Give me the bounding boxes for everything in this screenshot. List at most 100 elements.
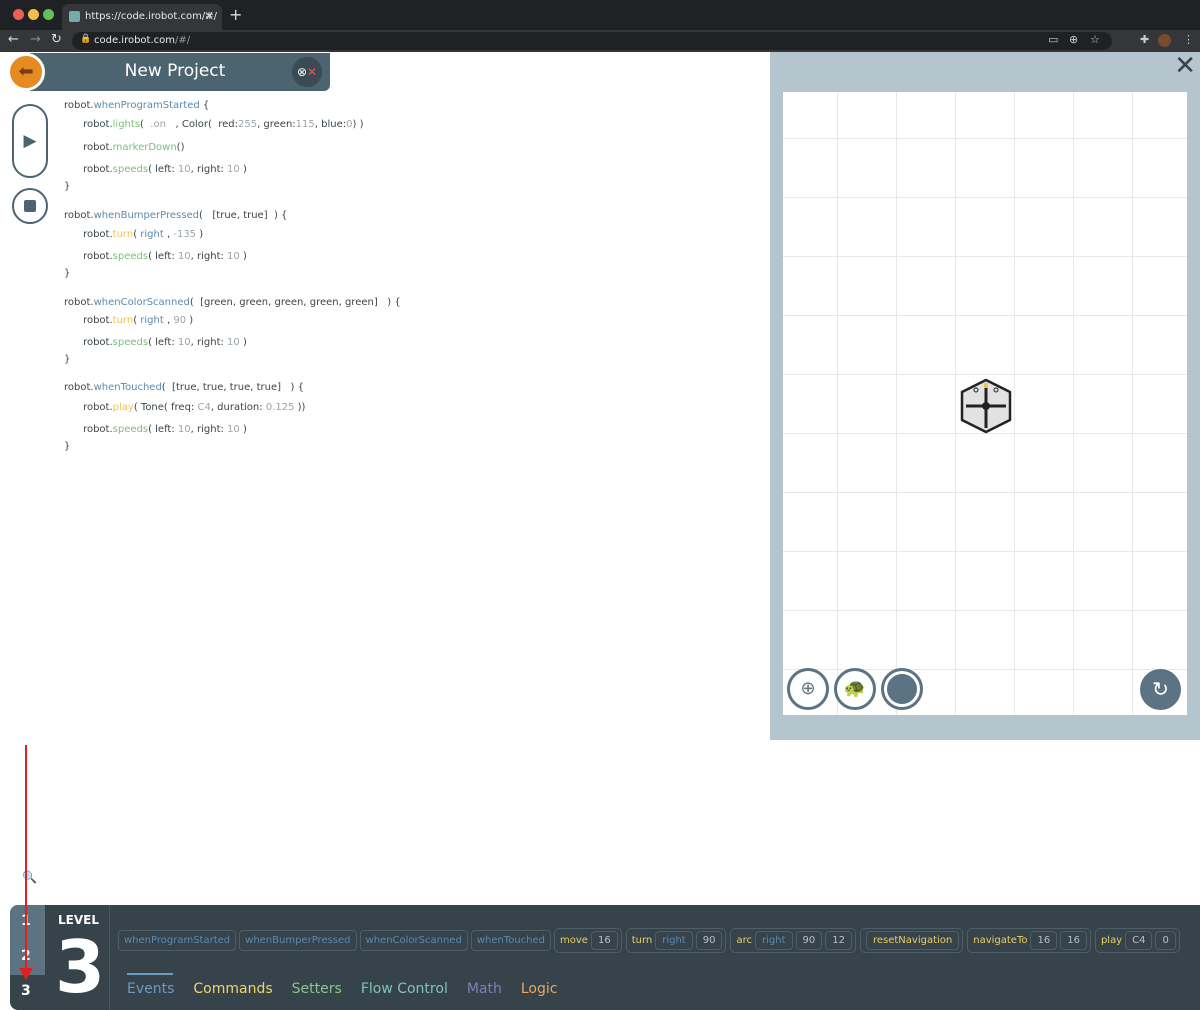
- code-token: ( [true, true] ) {: [198, 210, 288, 221]
- code-token: ( [true, true, true, true] ) {: [161, 382, 304, 393]
- reset-simulation-button[interactable]: ↻: [1140, 669, 1181, 710]
- code-token: robot.: [64, 142, 113, 153]
- cast-icon[interactable]: ▭: [1048, 33, 1058, 46]
- tab-math[interactable]: Math: [467, 981, 502, 997]
- code-token: 10: [227, 424, 240, 435]
- code-token: ( Tone( freq:: [133, 402, 198, 413]
- command-block-navigateTo[interactable]: navigateTo 16 16: [967, 928, 1091, 953]
- code-token: play: [112, 402, 134, 413]
- code-token: , right:: [190, 251, 228, 262]
- reload-icon[interactable]: ↻: [51, 32, 62, 47]
- command-arg[interactable]: 90: [695, 931, 723, 950]
- address-bar[interactable]: 🔒 code.irobot.com/#/: [72, 32, 1112, 50]
- close-window-button[interactable]: [13, 9, 24, 20]
- code-token: markerDown: [112, 142, 177, 153]
- command-arg[interactable]: C4: [1125, 931, 1153, 950]
- code-token: right: [140, 229, 164, 240]
- code-token: right: [140, 315, 164, 326]
- url-path: /#/: [175, 35, 191, 46]
- tab-logic[interactable]: Logic: [521, 981, 558, 997]
- back-button[interactable]: ⬅: [7, 53, 45, 91]
- install-icon[interactable]: ⊕: [1069, 33, 1078, 46]
- maximize-window-button[interactable]: [43, 9, 54, 20]
- block-palette: 1 2 3 LEVEL 3 whenProgramStartedwhenBump…: [10, 905, 1200, 1010]
- browser-tab[interactable]: https://code.irobot.com/#/ ✕: [62, 4, 222, 30]
- clear-robot-button[interactable]: ⊗✕: [292, 57, 322, 87]
- code-token: ): [196, 229, 204, 240]
- stop-button[interactable]: [12, 188, 48, 224]
- code-token: C4: [197, 402, 211, 413]
- close-simulator-button[interactable]: ✕: [1174, 51, 1196, 81]
- code-token: robot.: [64, 119, 113, 130]
- code-token: ( [green, green, green, green, green] ) …: [189, 297, 401, 308]
- code-token: robot.: [64, 100, 94, 111]
- event-block-whenProgramStarted[interactable]: whenProgramStarted: [118, 930, 237, 951]
- code-token: ): [186, 315, 194, 326]
- command-arg[interactable]: 90: [795, 931, 823, 950]
- code-token: )): [294, 402, 306, 413]
- code-token: whenColorScanned: [93, 297, 190, 308]
- command-block-play[interactable]: play C4 0: [1094, 928, 1180, 953]
- code-token: robot.: [64, 402, 113, 413]
- command-name: resetNavigation: [865, 931, 960, 950]
- circle-icon: [887, 674, 917, 704]
- code-token: speeds: [112, 251, 149, 262]
- browser-toolbar: ← → ↻ 🔒 code.irobot.com/#/ ▭ ⊕ ☆ ✚ ⋮: [0, 30, 1200, 52]
- play-button[interactable]: ▶: [12, 104, 48, 178]
- code-token: whenBumperPressed: [93, 210, 199, 221]
- tab-events[interactable]: Events: [127, 981, 174, 997]
- category-tabs: Events Commands Setters Flow Control Math Log…: [127, 981, 576, 997]
- marker-button[interactable]: [881, 668, 923, 710]
- code-token: robot.: [64, 164, 113, 175]
- code-token: turn: [112, 229, 134, 240]
- command-arg[interactable]: 12: [825, 931, 852, 950]
- tab-setters[interactable]: Setters: [292, 981, 342, 997]
- zoom-in-button[interactable]: ⊕: [787, 668, 829, 710]
- simulator-panel: ✕ ⊕ 🐢 ↻: [770, 51, 1200, 740]
- code-token: }: [64, 268, 71, 279]
- command-arg[interactable]: 0: [1155, 931, 1176, 950]
- code-token: ): [239, 251, 247, 262]
- command-name: turn: [631, 935, 653, 946]
- command-block-arc[interactable]: arc right 90 12: [730, 928, 856, 953]
- code-token: ): [239, 424, 247, 435]
- command-arg[interactable]: right: [755, 931, 793, 950]
- command-arg[interactable]: right: [655, 931, 693, 950]
- event-block-whenBumperPressed[interactable]: whenBumperPressed: [239, 930, 357, 951]
- new-tab-button[interactable]: +: [229, 5, 242, 24]
- code-token: ( left:: [148, 164, 178, 175]
- command-block-turn[interactable]: turn right 90: [625, 928, 727, 953]
- speed-toggle-button[interactable]: 🐢: [834, 668, 876, 710]
- menu-icon[interactable]: ⋮: [1183, 33, 1194, 46]
- favicon-icon: [69, 11, 80, 22]
- arrow-left-icon: ⬅: [18, 61, 34, 82]
- bookmark-star-icon[interactable]: ☆: [1090, 33, 1100, 46]
- code-token: speeds: [112, 424, 149, 435]
- command-arg[interactable]: 16: [1030, 931, 1058, 950]
- annotation-arrow: [25, 745, 27, 975]
- tab-flow-control[interactable]: Flow Control: [361, 981, 448, 997]
- minimize-window-button[interactable]: [28, 9, 39, 20]
- command-block-resetNavigation[interactable]: resetNavigation: [859, 928, 964, 953]
- code-token: 90: [173, 315, 187, 326]
- code-token: 10: [177, 164, 191, 175]
- code-token: , right:: [190, 164, 228, 175]
- play-icon: ▶: [23, 131, 37, 151]
- code-token: speeds: [112, 164, 149, 175]
- event-block-whenColorScanned[interactable]: whenColorScanned: [359, 930, 468, 951]
- event-block-whenTouched[interactable]: whenTouched: [470, 930, 552, 951]
- code-token: turn: [112, 315, 134, 326]
- tab-commands[interactable]: Commands: [193, 981, 272, 997]
- profile-avatar[interactable]: [1158, 34, 1171, 47]
- level-option-3[interactable]: 3: [21, 983, 31, 999]
- forward-icon[interactable]: →: [30, 32, 41, 47]
- command-arg[interactable]: 16: [1060, 931, 1087, 950]
- command-arg[interactable]: 16: [590, 931, 618, 950]
- code-token: 10: [227, 251, 240, 262]
- command-block-move[interactable]: move 16: [554, 928, 622, 953]
- code-token: robot.: [64, 297, 94, 308]
- extensions-icon[interactable]: ✚: [1140, 33, 1149, 46]
- back-icon[interactable]: ←: [8, 32, 19, 47]
- code-token: whenProgramStarted: [93, 100, 200, 111]
- close-tab-icon[interactable]: ✕: [204, 9, 214, 23]
